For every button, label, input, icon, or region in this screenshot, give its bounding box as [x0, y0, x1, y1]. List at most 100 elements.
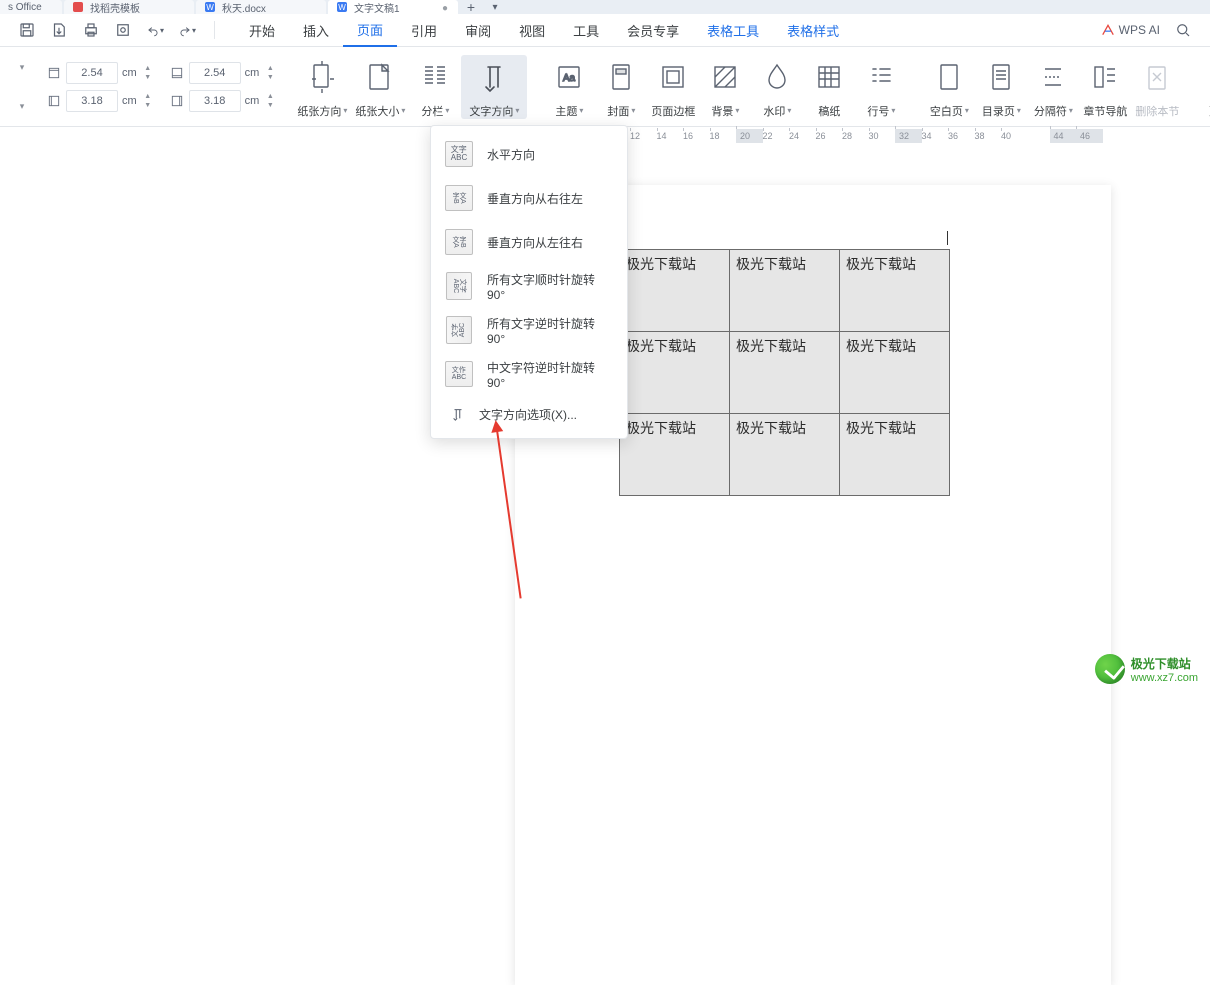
vertical-ltr-icon: 文A字B — [445, 229, 473, 255]
margin-left-icon — [46, 93, 62, 109]
tab-close-icon[interactable]: ● — [442, 3, 450, 11]
text-direction-button[interactable]: 文字方向▾ — [461, 55, 527, 119]
table-cell[interactable]: 极光下载站 — [620, 332, 730, 414]
table-cell[interactable]: 极光下载站 — [840, 414, 950, 496]
add-tab-button[interactable]: + — [460, 0, 482, 14]
menu-yinyong[interactable]: 引用 — [397, 14, 451, 47]
separator-button[interactable]: 分隔符▾ — [1027, 55, 1079, 119]
preview-icon[interactable] — [114, 21, 132, 39]
paper-orientation-button[interactable]: 纸张方向▾ — [293, 55, 351, 119]
table-row: 极光下载站极光下载站极光下载站 — [620, 250, 950, 332]
table-cell[interactable]: 极光下载站 — [730, 250, 840, 332]
ribbon: ▾▾ 2.54 cm ▲▼ 2.54 cm ▲▼ 3.18 cm ▲▼ — [0, 47, 1210, 127]
top-menus: 开始 插入 页面 引用 审阅 视图 工具 会员专享 表格工具 表格样式 — [235, 14, 853, 47]
margin-top-input[interactable]: 2.54 — [66, 62, 118, 84]
site-watermark: 极光下载站 www.xz7.com — [1095, 654, 1198, 684]
svg-text:Aa: Aa — [563, 73, 576, 84]
unit-label: cm — [122, 67, 137, 79]
text-direction-more-options[interactable]: 文字方向选项(X)... — [431, 396, 627, 432]
text-cursor — [947, 231, 948, 245]
daoke-icon — [72, 1, 84, 13]
cover-button[interactable]: 封面▾ — [595, 55, 647, 119]
gaozhi-icon — [807, 55, 851, 99]
table-cell[interactable]: 极光下载站 — [620, 250, 730, 332]
spinner[interactable]: ▲▼ — [263, 90, 277, 112]
header-footer-button[interactable]: 页眉页 — [1199, 55, 1210, 119]
paper-size-icon — [358, 55, 402, 99]
print-icon[interactable] — [82, 21, 100, 39]
tab-daoke[interactable]: 找稻壳模板 — [64, 0, 194, 14]
table-cell[interactable]: 极光下载站 — [620, 414, 730, 496]
export-icon[interactable] — [50, 21, 68, 39]
unit-label: cm — [245, 95, 260, 107]
table-cell[interactable]: 极光下载站 — [840, 250, 950, 332]
vertical-rtl-icon: 文A字B — [445, 185, 473, 211]
blank-page-icon — [927, 55, 971, 99]
text-direction-icon — [472, 55, 516, 99]
redo-icon[interactable]: ▾ — [178, 21, 196, 39]
menu-kaishi[interactable]: 开始 — [235, 14, 289, 47]
margins-group: 2.54 cm ▲▼ 2.54 cm ▲▼ 3.18 cm ▲▼ 3.18 cm… — [40, 47, 283, 127]
margin-right-input[interactable]: 3.18 — [189, 90, 241, 112]
menu-shitu[interactable]: 视图 — [505, 14, 559, 47]
menu-biaogeyangshi[interactable]: 表格样式 — [773, 14, 853, 47]
page-border-button[interactable]: 页面边框 — [647, 55, 699, 119]
tab-menu-button[interactable]: ▾ — [484, 2, 506, 13]
paper-size-button[interactable]: 纸张大小▾ — [351, 55, 409, 119]
menu-shenyue[interactable]: 审阅 — [451, 14, 505, 47]
text-direction-rotate-cw[interactable]: 文字ABC所有文字顺时针旋转90° — [431, 264, 627, 308]
toc-page-button[interactable]: 目录页▾ — [975, 55, 1027, 119]
text-direction-rotate-ccw[interactable]: 文字ABC所有文字逆时针旋转90° — [431, 308, 627, 352]
menu-charu[interactable]: 插入 — [289, 14, 343, 47]
spinner[interactable]: ▲▼ — [141, 90, 155, 112]
margin-bottom-input[interactable]: 2.54 — [189, 62, 241, 84]
spinner[interactable]: ▲▼ — [141, 62, 155, 84]
horizontal-direction-icon: 文字ABC — [445, 141, 473, 167]
line-number-button[interactable]: 行号▾ — [855, 55, 907, 119]
unit-label: cm — [122, 95, 137, 107]
text-direction-vertical-ltr[interactable]: 文A字B垂直方向从左往右 — [431, 220, 627, 264]
text-direction-cn-ccw[interactable]: 文作ABC中文字符逆时针旋转90° — [431, 352, 627, 396]
gaozhi-button[interactable]: 稿纸 — [803, 55, 855, 119]
search-icon[interactable] — [1174, 21, 1192, 39]
tab-wenzi[interactable]: W 文字文稿1 ● — [328, 0, 458, 14]
watermark-button[interactable]: 水印▾ — [751, 55, 803, 119]
text-direction-menu: 文字ABC水平方向 文A字B垂直方向从右往左 文A字B垂直方向从左往右 文字AB… — [430, 125, 628, 439]
spinner[interactable]: ▲▼ — [263, 62, 277, 84]
tab-qiutian[interactable]: W秋天.docx — [196, 0, 326, 14]
wps-ai-icon — [1101, 23, 1115, 37]
background-icon — [703, 55, 747, 99]
separator — [214, 21, 215, 39]
cn-rotate-ccw-icon: 文作ABC — [445, 361, 473, 387]
columns-button[interactable]: 分栏▾ — [409, 55, 461, 119]
menu-yemian[interactable]: 页面 — [343, 14, 397, 47]
margin-bottom-icon — [169, 65, 185, 81]
document-table[interactable]: 极光下载站极光下载站极光下载站 极光下载站极光下载站极光下载站 极光下载站极光下… — [619, 249, 950, 496]
tab-label: 文字文稿1 — [354, 0, 400, 14]
watermark-logo-icon — [1095, 654, 1125, 684]
undo-icon[interactable]: ▾ — [146, 21, 164, 39]
margin-left-input[interactable]: 3.18 — [66, 90, 118, 112]
paper-orientation-icon — [300, 55, 344, 99]
menu-huiyuan[interactable]: 会员专享 — [613, 14, 693, 47]
word-icon: W — [336, 1, 348, 13]
chapter-nav-button[interactable]: 章节导航 — [1079, 55, 1131, 119]
save-icon[interactable] — [18, 21, 36, 39]
theme-button[interactable]: Aa主题▾ — [543, 55, 595, 119]
menu-biaogegongju[interactable]: 表格工具 — [693, 14, 773, 47]
tab-office[interactable]: s Office — [0, 0, 62, 14]
table-cell[interactable]: 极光下载站 — [730, 414, 840, 496]
margin-right-icon — [169, 93, 185, 109]
watermark-title: 极光下载站 — [1131, 655, 1198, 672]
table-row: 极光下载站极光下载站极光下载站 — [620, 414, 950, 496]
text-direction-vertical-rtl[interactable]: 文A字B垂直方向从右往左 — [431, 176, 627, 220]
background-button[interactable]: 背景▾ — [699, 55, 751, 119]
tab-label: s Office — [8, 2, 42, 13]
table-cell[interactable]: 极光下载站 — [730, 332, 840, 414]
text-direction-horizontal[interactable]: 文字ABC水平方向 — [431, 132, 627, 176]
blank-page-button[interactable]: 空白页▾ — [923, 55, 975, 119]
delete-section-button[interactable]: 删除本节 — [1131, 55, 1183, 119]
wps-ai-button[interactable]: WPS AI — [1101, 23, 1160, 37]
menu-gongju[interactable]: 工具 — [559, 14, 613, 47]
table-cell[interactable]: 极光下载站 — [840, 332, 950, 414]
